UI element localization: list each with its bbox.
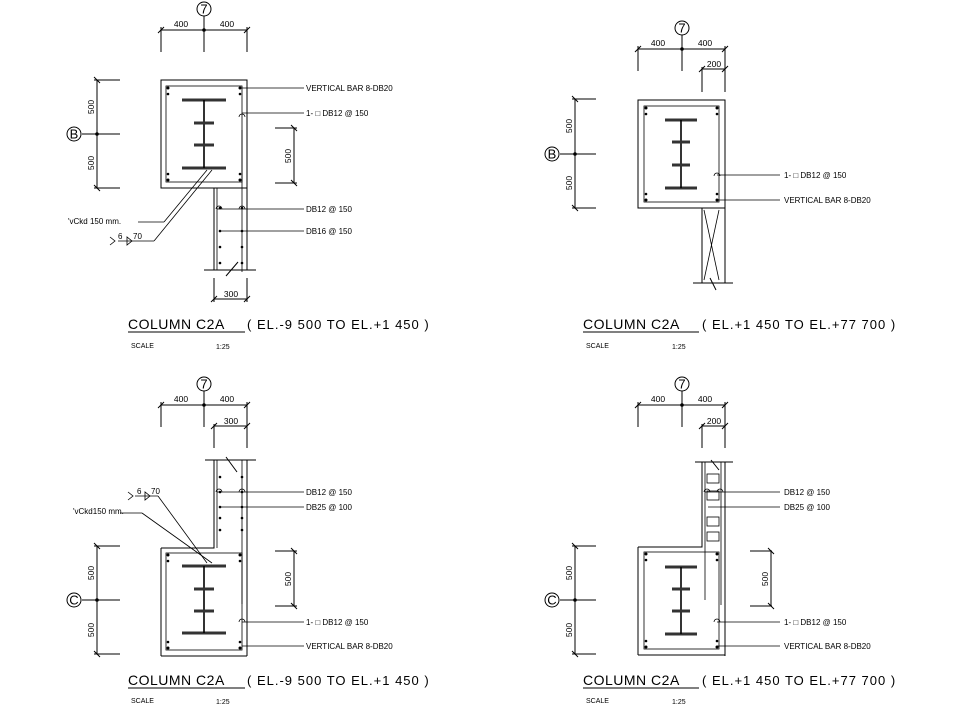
title-column: COLUMN C2A [128,672,225,688]
dim-right: 500 [283,149,293,163]
callout-db16: DB16 @ 150 [306,227,352,236]
grid-label-row: B [70,127,79,142]
weld-note: 'vCkd 150 mm. [68,217,121,226]
rebar-callouts: VERTICAL BAR 8-DB20 1- □ DB12 @ 150 DB12… [217,84,393,236]
scale-value: 1:25 [216,344,230,351]
dim-top-left: 400 [651,394,665,404]
dim-top-right: 400 [698,394,712,404]
dim-side-upper: 500 [564,119,574,133]
callout-tie: 1- □ DB12 @ 150 [306,109,369,118]
weld-note: 'vCkd150 mm. [73,507,124,516]
grid-label-col: 7 [200,2,207,17]
weld-callout: 'vCkd150 mm. 6 70 [73,487,213,564]
dim-right: 500 [760,572,770,586]
title-column: COLUMN C2A [583,316,680,332]
dim-top-left: 400 [174,19,188,29]
panel-top-right: 7 400 400 200 500 500 B 1- □ DB12 @ 150 … [544,20,896,351]
scale-label: SCALE [131,343,154,350]
callout-db12: DB12 @ 150 [306,205,352,214]
dim-side-lower: 500 [86,156,96,170]
dimension-side: 500 500 B [66,76,120,192]
scale-label: SCALE [586,343,609,350]
dim-side-upper: 500 [86,566,96,580]
drawing-sheet: 7 400 400 500 500 B 500 300 'vCkd 150 mm… [66,1,896,706]
weld-size: 6 [137,487,142,496]
grid-bubble-7: 7 [196,1,212,52]
dim-top-right: 400 [698,38,712,48]
dim-top-left: 400 [651,38,665,48]
dim-side-upper: 500 [86,100,96,114]
callout-vertical-bar: VERTICAL BAR 8-DB20 [306,84,393,93]
dim-side-upper: 500 [564,566,574,580]
dim-web: 200 [707,416,721,426]
weld-callout: 'vCkd 150 mm. 6 70 [68,169,213,246]
scale-label: SCALE [131,698,154,705]
scale-value: 1:25 [672,344,686,351]
title-elevation: ( EL.+1 450 TO EL.+77 700 ) [702,317,896,332]
weld-length: 70 [133,232,142,241]
column-section: 500 [160,79,298,272]
panel-top-left: 7 400 400 500 500 B 500 300 'vCkd 150 mm… [66,1,430,351]
callout-db25: DB25 @ 100 [306,503,352,512]
callout-db12: DB12 @ 150 [784,488,830,497]
dim-side-lower: 500 [86,623,96,637]
title-elevation: ( EL.-9 500 TO EL.+1 450 ) [247,317,430,332]
grid-label-col: 7 [678,21,685,36]
dim-top-right: 400 [220,19,234,29]
callout-vertical-bar: VERTICAL BAR 8-DB20 [784,196,871,205]
callout-vertical-bar: VERTICAL BAR 8-DB20 [306,642,393,651]
dim-top-left: 400 [174,394,188,404]
steel-i-section [182,564,226,635]
dim-bottom: 300 [224,289,238,299]
panel-bottom-left: 7 400 400 300 DB12 @ 150 DB25 @ 100 'vCk… [66,376,430,706]
scale-label: SCALE [586,698,609,705]
dim-web: 300 [224,416,238,426]
scale-value: 1:25 [672,699,686,706]
callout-tie: 1- □ DB12 @ 150 [784,618,847,627]
steel-i-section [665,565,697,636]
grid-label-col: 7 [200,377,207,392]
callout-vertical-bar: VERTICAL BAR 8-DB20 [784,642,871,651]
grid-label-col: 7 [678,377,685,392]
weld-length: 70 [151,487,160,496]
wall-section [693,208,733,291]
grid-label-row: B [548,147,557,162]
steel-i-section [665,118,697,190]
title-column: COLUMN C2A [128,316,225,332]
grid-label-row: C [547,593,556,608]
callout-tie: 1- □ DB12 @ 150 [784,171,847,180]
title-column: COLUMN C2A [583,672,680,688]
panel-bottom-right: 7 400 400 200 DB12 @ 150 DB25 @ 100 500 … [544,376,896,706]
steel-i-section [182,98,226,170]
dim-top-right: 400 [220,394,234,404]
callout-tie: 1- □ DB12 @ 150 [306,618,369,627]
grid-label-row: C [69,593,78,608]
title-block: COLUMN C2A ( EL.-9 500 TO EL.+1 450 ) SC… [128,316,430,351]
dim-web: 200 [707,59,721,69]
title-elevation: ( EL.-9 500 TO EL.+1 450 ) [247,673,430,688]
dim-side-lower: 500 [564,623,574,637]
callout-db12: DB12 @ 150 [306,488,352,497]
scale-value: 1:25 [216,699,230,706]
dim-right: 500 [283,572,293,586]
callout-db25: DB25 @ 100 [784,503,830,512]
weld-size: 6 [118,232,123,241]
dim-side-lower: 500 [564,176,574,190]
title-elevation: ( EL.+1 450 TO EL.+77 700 ) [702,673,896,688]
